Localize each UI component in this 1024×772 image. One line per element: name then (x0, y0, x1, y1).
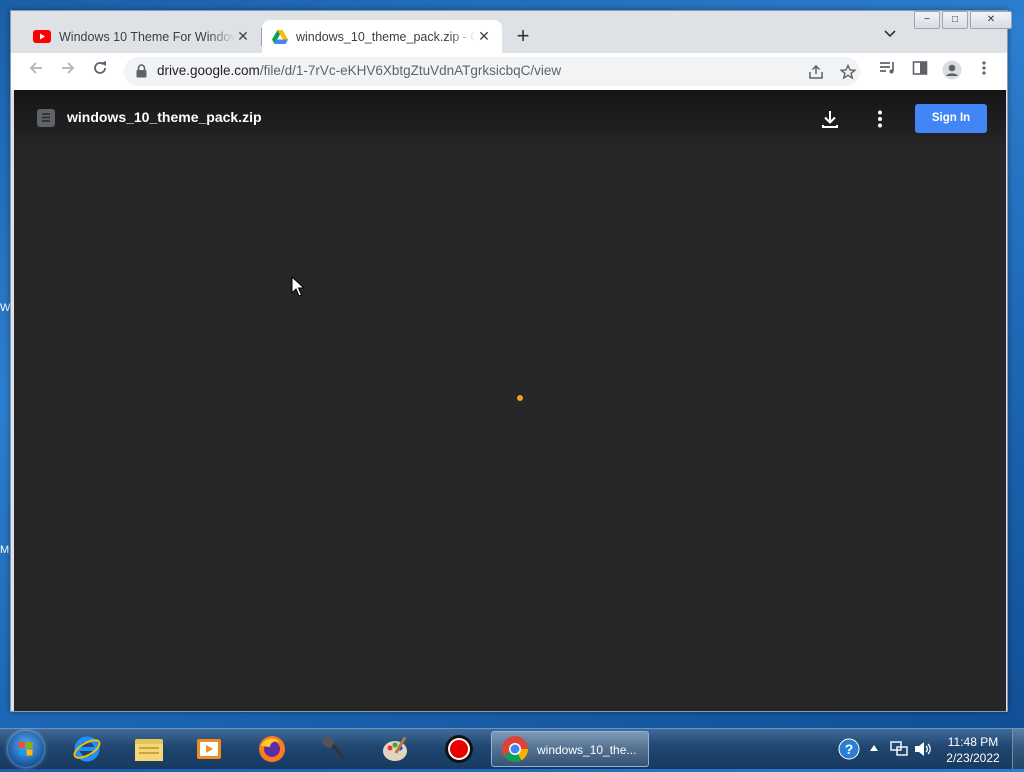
taskbar-paint[interactable] (376, 732, 416, 766)
window-controls: − □ ✕ (912, 11, 1012, 29)
tab-google-drive[interactable]: windows_10_theme_pack.zip - Google Drive… (262, 20, 502, 53)
download-icon[interactable] (819, 108, 841, 130)
close-button[interactable]: ✕ (970, 11, 1012, 29)
browser-window: Windows 10 Theme For Windows 7 ✕ windows… (10, 10, 1012, 712)
url-host: drive.google.com (157, 63, 260, 78)
network-icon[interactable] (890, 741, 908, 757)
file-explorer-icon (135, 739, 163, 761)
taskbar-internet-explorer[interactable] (67, 732, 107, 766)
firefox-icon (259, 736, 285, 762)
address-bar[interactable]: drive.google.com/file/d/1-7rVc-eKHV6Xbtg… (124, 57, 860, 86)
clock-date: 2/23/2022 (946, 751, 1000, 765)
minimize-button[interactable]: − (914, 11, 940, 29)
taskbar-chrome-label: windows_10_the... (537, 743, 637, 757)
new-tab-button[interactable]: + (512, 25, 534, 48)
tray-expand-icon[interactable] (870, 745, 878, 751)
reload-icon (94, 61, 106, 74)
star-icon[interactable] (840, 64, 856, 80)
side-panel-icon (912, 61, 928, 75)
taskbar-firefox[interactable] (252, 732, 292, 766)
reload-button[interactable] (89, 60, 111, 82)
media-queue-icon (880, 62, 894, 74)
chevron-down-icon (884, 30, 896, 38)
maximize-button[interactable]: □ (942, 11, 968, 29)
vertical-dots-icon (982, 61, 986, 75)
tab-strip: Windows 10 Theme For Windows 7 ✕ windows… (11, 11, 1012, 53)
file-type-icon (37, 109, 55, 127)
desktop-icon-label-w: W (0, 302, 11, 314)
share-icon[interactable] (808, 64, 824, 80)
back-button[interactable] (25, 60, 47, 82)
reading-list-button[interactable] (877, 60, 899, 82)
help-icon[interactable]: ? (838, 738, 860, 760)
youtube-icon (33, 30, 51, 43)
taskbar: windows_10_the... ? 11:48 PM 2/23/2022 (0, 728, 1024, 769)
side-panel-button[interactable] (909, 60, 931, 82)
file-name: windows_10_theme_pack.zip (67, 109, 262, 125)
paint-icon (383, 736, 407, 761)
mouse-cursor-icon (291, 276, 305, 297)
lock-icon[interactable] (136, 64, 147, 78)
avatar-icon (942, 60, 962, 80)
show-desktop-button[interactable] (1012, 729, 1024, 769)
desktop-icon-label-m: M (0, 544, 10, 556)
url-path: /file/d/1-7rVc-eKHV6XbtgZtuVdnATgrksicbq… (259, 63, 562, 78)
internet-explorer-icon (73, 736, 101, 762)
sign-in-button[interactable]: Sign In (915, 104, 987, 133)
taskbar-recorder[interactable] (439, 732, 479, 766)
taskbar-microphone[interactable] (314, 732, 354, 766)
svg-text:?: ? (845, 741, 854, 757)
back-arrow-icon (29, 62, 42, 74)
chrome-menu-button[interactable] (973, 60, 995, 82)
url-text[interactable]: drive.google.com/file/d/1-7rVc-eKHV6Xbtg… (157, 63, 561, 78)
more-options-icon[interactable] (869, 108, 891, 130)
volume-icon[interactable] (914, 741, 932, 757)
tab-close-button[interactable]: ✕ (476, 28, 492, 45)
microphone-icon (322, 736, 346, 760)
taskbar-media-player[interactable] (189, 732, 229, 766)
system-clock[interactable]: 11:48 PM 2/23/2022 (938, 734, 1008, 766)
tab-close-button[interactable]: ✕ (235, 28, 251, 45)
tab-label: windows_10_theme_pack.zip - Google Drive (296, 29, 476, 44)
forward-button[interactable] (57, 60, 79, 82)
chrome-icon (502, 736, 529, 762)
tab-label: Windows 10 Theme For Windows 7 (59, 29, 235, 44)
tab-search-button[interactable] (881, 27, 899, 45)
drive-preview-area: windows_10_theme_pack.zip Sign In (14, 90, 1006, 711)
clock-time: 11:48 PM (947, 735, 999, 749)
taskbar-file-explorer[interactable] (129, 732, 169, 766)
google-drive-icon (272, 29, 288, 44)
tab-youtube[interactable]: Windows 10 Theme For Windows 7 ✕ (23, 20, 261, 53)
record-icon (445, 735, 473, 763)
profile-button[interactable] (941, 60, 963, 82)
loading-spinner (517, 395, 523, 401)
viewer-header: windows_10_theme_pack.zip Sign In (14, 90, 1006, 150)
browser-toolbar: drive.google.com/file/d/1-7rVc-eKHV6Xbtg… (11, 53, 1007, 90)
windows-logo-icon (19, 742, 33, 756)
taskbar-chrome-window[interactable]: windows_10_the... (491, 731, 649, 767)
forward-arrow-icon (62, 62, 75, 74)
media-player-icon (197, 739, 221, 759)
start-button[interactable] (8, 731, 44, 767)
